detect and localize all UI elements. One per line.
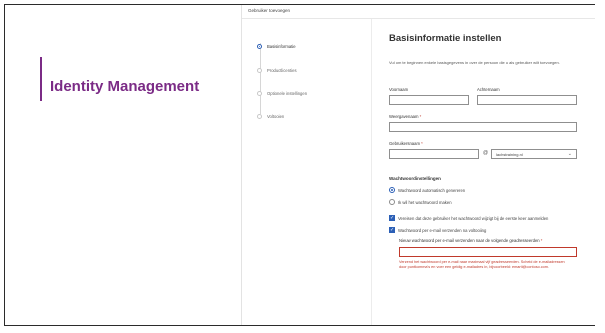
checkbox-send-email-label: Wachtwoord per e-mail verzenden na volto… [398,228,487,233]
username-input[interactable] [389,149,479,159]
required-mark: * [421,141,423,146]
radio-auto-generate[interactable] [389,187,395,193]
radio-manual-password[interactable] [389,199,395,205]
step-indicator-icon [257,91,262,96]
radio-manual-password-label: Ik wil het wachtwoord maken [398,200,452,205]
page-title: Basisinformatie instellen [389,33,502,44]
step-indicator-icon [257,44,262,49]
brand-accent-bar [40,57,42,101]
last-name-input[interactable] [477,95,577,105]
step-label: Productlicenties [267,68,297,73]
add-user-panel: Gebruiker toevoegen Basisinformatie Prod… [241,5,595,325]
checkbox-require-change-label: Vereisen dat deze gebruiker het wachtwoo… [398,216,549,221]
required-mark: * [419,114,422,119]
step-indicator-icon [257,114,262,119]
checkbox-send-email[interactable]: ✓ [389,227,395,233]
chevron-down-icon: ⌄ [567,151,572,157]
panel-title: Gebruiker toevoegen [248,8,291,13]
step-label: Voltooien [267,114,285,119]
password-settings-heading: Wachtwoordinstellingen [389,176,441,181]
step-label: Optionele instellingen [267,91,308,96]
domain-value: lachstraining.nl [496,152,523,157]
domain-select[interactable]: lachstraining.nl ⌄ [491,149,577,159]
brand-title: Identity Management [50,78,200,95]
radio-auto-generate-label: Wachtwoord automatisch genereren [398,188,466,193]
display-name-input[interactable] [389,122,577,132]
step-label: Basisinformatie [267,44,296,49]
first-name-input[interactable] [389,95,469,105]
panel-header: Gebruiker toevoegen [242,5,595,19]
wizard-steps: Basisinformatie Productlicenties Optione… [242,19,371,325]
required-mark: * [540,238,543,243]
step-indicator-icon [257,68,262,73]
form-description: Vul om te beginnen enkele basisgegevens … [389,60,560,65]
at-sign: @ [483,150,489,156]
display-name-label: Weergavenaam * [389,114,422,119]
steps-divider [371,19,372,325]
username-label: Gebruikersnaam * [389,141,423,146]
email-recipients-input[interactable] [399,247,577,257]
checkbox-require-change[interactable]: ✓ [389,215,395,221]
email-error-message: Verzend het wachtwoord per e-mail naar m… [399,260,565,270]
email-recipients-label: Nieuw wachtwoord per e-mail verzenden na… [399,238,543,243]
last-name-label: Achternaam [477,87,500,92]
first-name-label: Voornaam [389,87,409,92]
steps-connector [260,43,261,114]
